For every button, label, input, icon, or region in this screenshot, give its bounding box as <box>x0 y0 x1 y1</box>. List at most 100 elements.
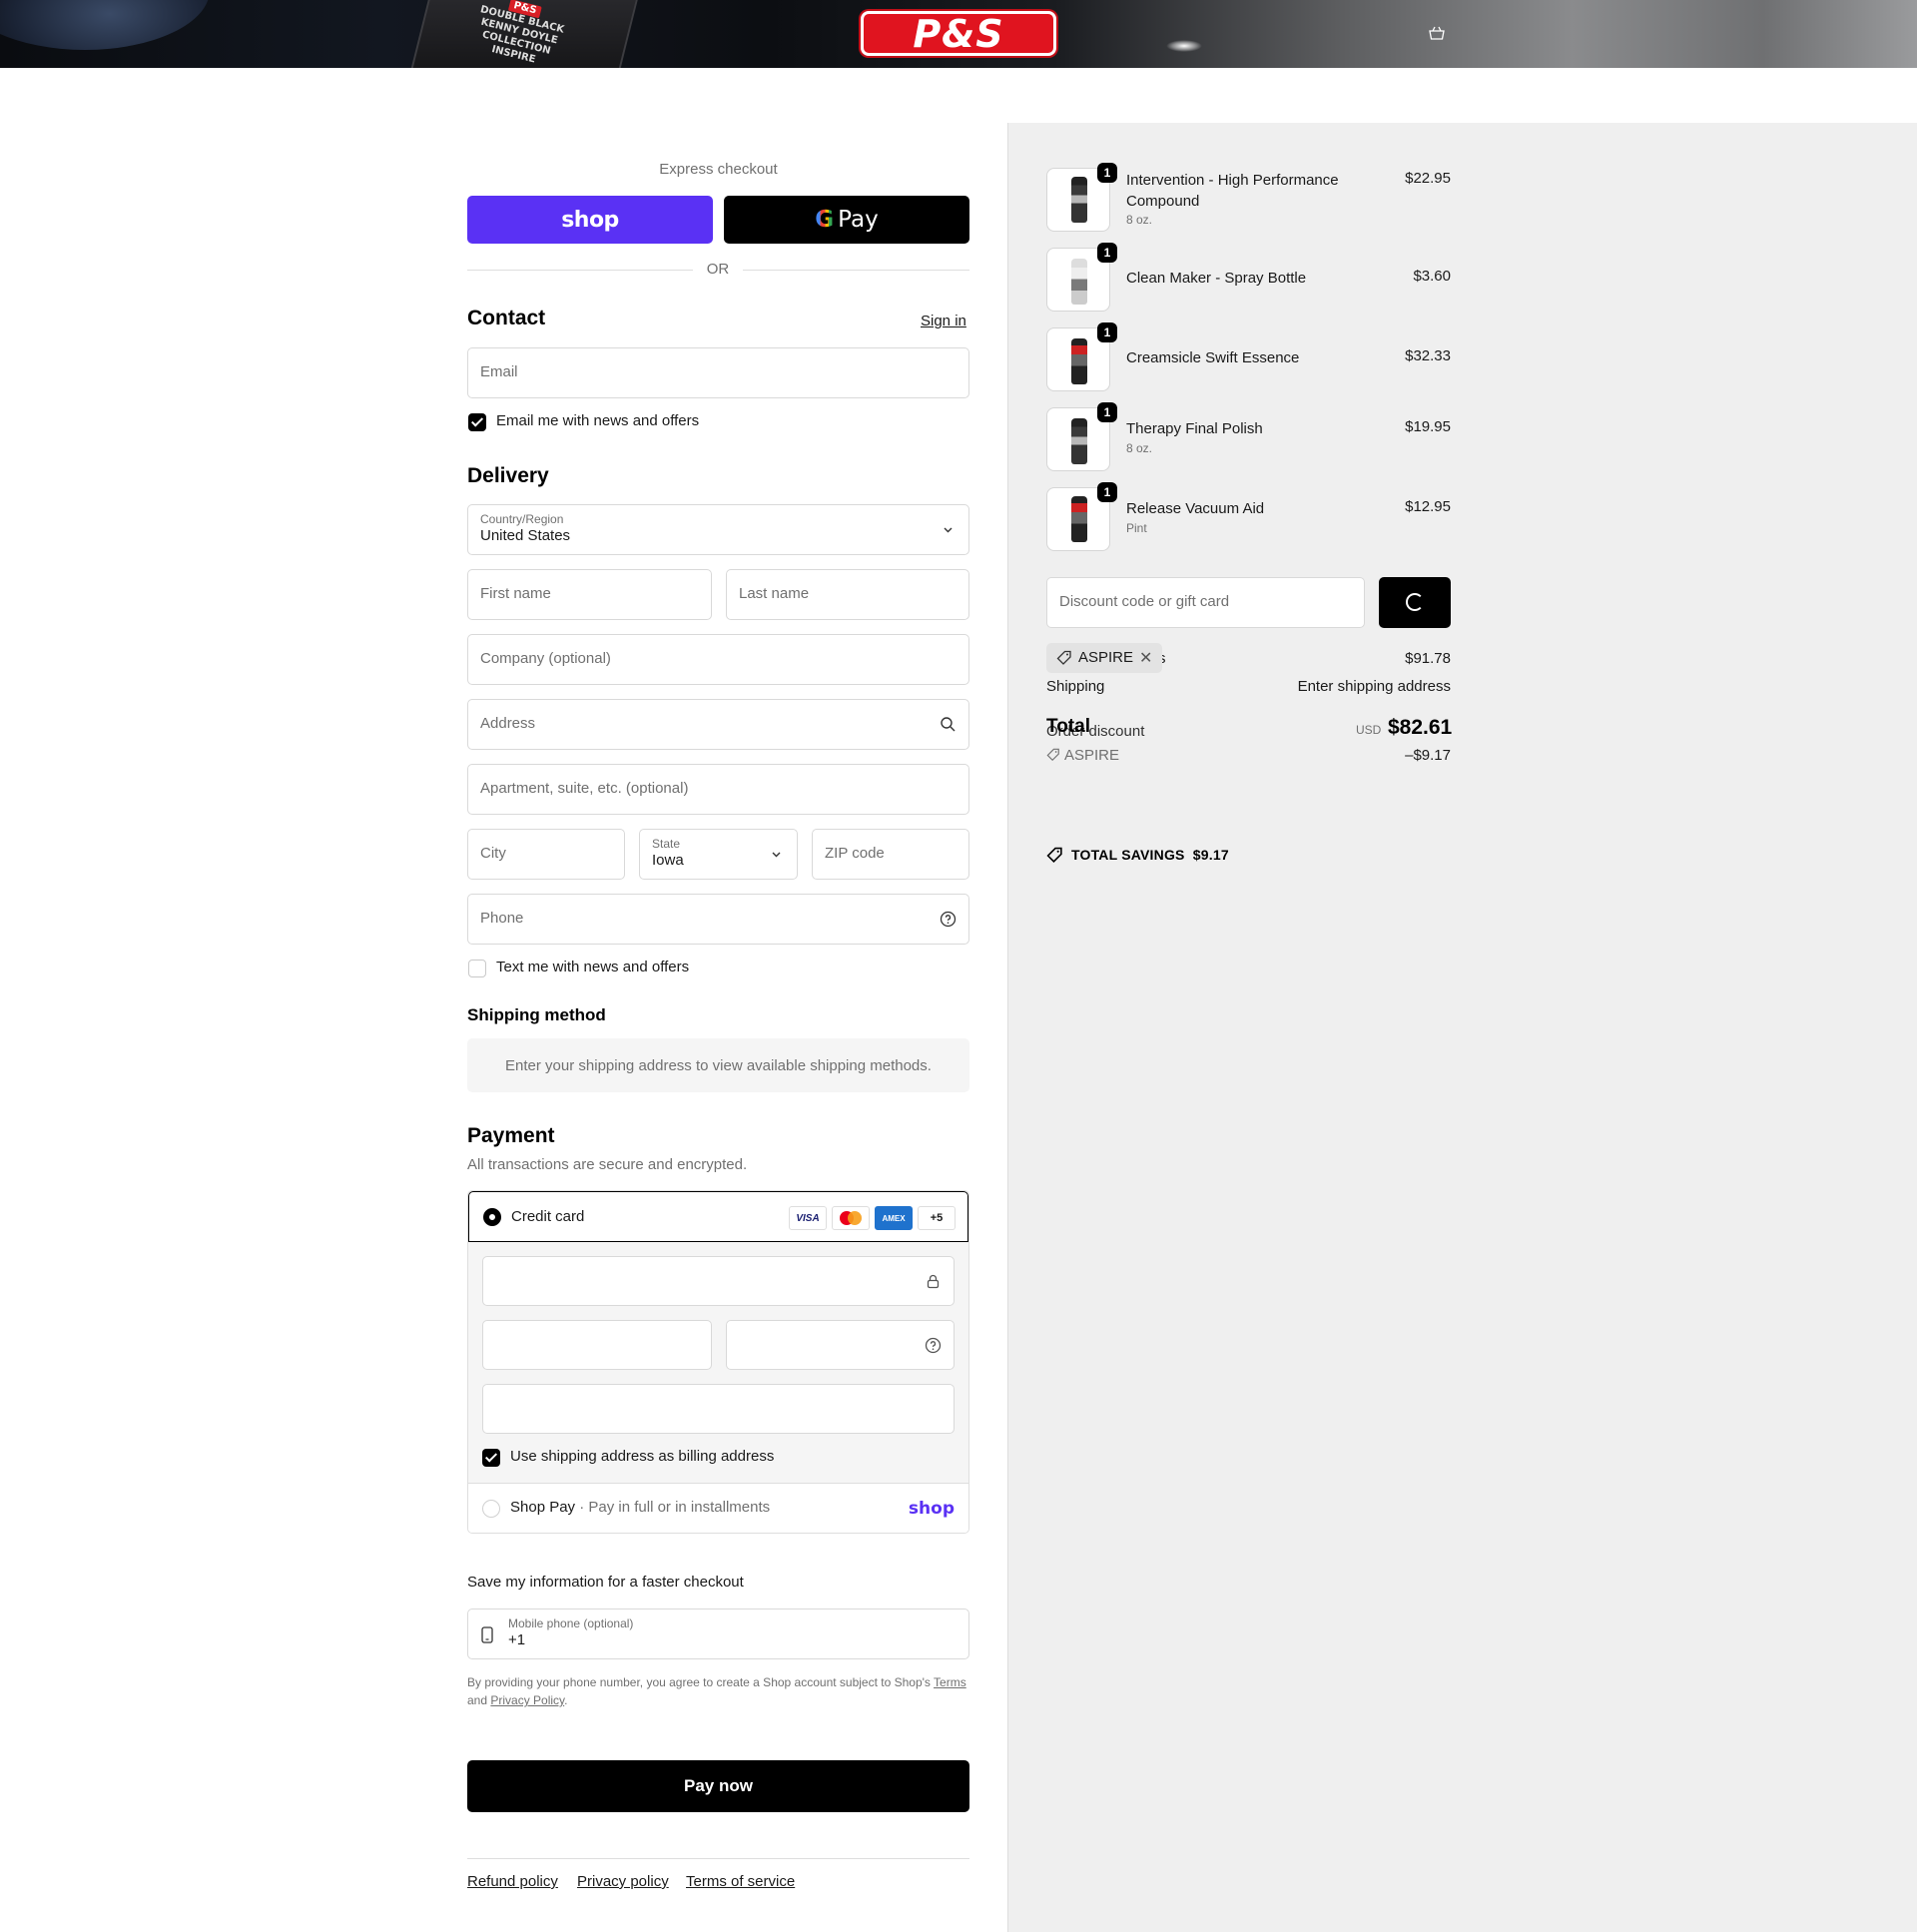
shop-pay-label: Shop Pay <box>510 1499 576 1516</box>
credit-card-radio[interactable] <box>483 1208 501 1226</box>
loading-spinner-icon <box>1406 593 1424 611</box>
store-logo[interactable]: P&S <box>861 11 1056 56</box>
quantity-badge: 1 <box>1097 402 1117 422</box>
email-news-label: Email me with news and offers <box>496 412 700 429</box>
chevron-down-icon <box>768 846 785 863</box>
google-g-icon: G <box>815 207 835 233</box>
fine-print-text: By providing your phone number, you agre… <box>467 1675 931 1689</box>
shop-pay-express-button[interactable]: shop <box>467 196 713 244</box>
shop-pay-label-row: Shop Pay · Pay in full or in installment… <box>510 1499 770 1516</box>
credit-card-label: Credit card <box>511 1208 585 1225</box>
help-circle-icon[interactable] <box>940 911 957 928</box>
phone-field[interactable]: Phone <box>467 894 969 945</box>
product-thumbnail: 1 <box>1046 482 1117 551</box>
shipping-value: Enter shipping address <box>1297 678 1451 695</box>
shop-pay-radio[interactable] <box>482 1500 500 1518</box>
address-field[interactable]: Address <box>467 699 969 750</box>
shop-pay-logo: shop <box>908 1499 955 1519</box>
card-number-field[interactable] <box>482 1256 955 1306</box>
order-summary-panel <box>1007 123 1917 1932</box>
company-field[interactable]: Company (optional) <box>467 634 969 685</box>
payment-subtitle: All transactions are secure and encrypte… <box>467 1156 748 1173</box>
email-field[interactable]: Email <box>467 347 969 398</box>
help-circle-icon[interactable] <box>925 1337 942 1354</box>
state-select[interactable]: State Iowa <box>639 829 798 880</box>
banner-light-glare <box>1166 40 1202 52</box>
country-label: Country/Region <box>480 512 564 526</box>
fine-print-period: . <box>564 1693 568 1707</box>
product-price: $19.95 <box>1405 418 1451 435</box>
total-savings-label: TOTAL SAVINGS <box>1071 847 1185 863</box>
line-item: 1 Creamsicle Swift Essence $32.33 <box>1046 322 1451 393</box>
country-value: United States <box>480 527 571 544</box>
privacy-policy-link[interactable]: Privacy Policy <box>490 1693 564 1707</box>
product-thumbnail: 1 <box>1046 402 1117 471</box>
product-name: Creamsicle Swift Essence <box>1126 349 1300 366</box>
product-image <box>1071 338 1087 384</box>
footer-divider <box>467 1858 969 1859</box>
shop-pay-option[interactable]: Shop Pay · Pay in full or in installment… <box>468 1484 968 1533</box>
apply-discount-button[interactable] <box>1379 577 1451 628</box>
search-icon <box>940 716 957 733</box>
terms-link[interactable]: Terms <box>934 1675 966 1689</box>
credit-card-option[interactable]: Credit card VISA AMEX +5 <box>468 1191 968 1242</box>
pay-now-button[interactable]: Pay now <box>467 1760 969 1812</box>
product-variant: 8 oz. <box>1126 213 1153 227</box>
phone-placeholder: Phone <box>480 910 524 927</box>
shipping-label: Shipping <box>1046 678 1105 695</box>
shop-pay-sub: Pay in full or in installments <box>588 1499 771 1516</box>
product-variant: 8 oz. <box>1126 441 1153 455</box>
cart-icon[interactable] <box>1428 26 1446 40</box>
billing-same-checkbox[interactable] <box>482 1449 500 1467</box>
email-news-checkbox[interactable] <box>468 413 486 431</box>
more-cards-badge: +5 <box>918 1206 956 1230</box>
mobile-phone-field[interactable]: Mobile phone (optional) +1 <box>467 1609 969 1659</box>
express-checkout-label: Express checkout <box>659 161 778 178</box>
save-info-title: Save my information for a faster checkou… <box>467 1574 744 1591</box>
total-savings-value: $9.17 <box>1192 847 1229 863</box>
google-pay-label: Pay <box>838 207 879 233</box>
visa-icon: VISA <box>789 1206 827 1230</box>
payment-methods: Credit card VISA AMEX +5 Use shipping ad… <box>467 1190 969 1534</box>
applied-discount-code: ASPIRE <box>1078 649 1134 666</box>
line-item: 1 Clean Maker - Spray Bottle $3.60 <box>1046 243 1451 314</box>
zip-field[interactable]: ZIP code <box>812 829 969 880</box>
footer-privacy-policy-link[interactable]: Privacy policy <box>577 1873 669 1890</box>
product-price: $32.33 <box>1405 347 1451 364</box>
product-thumbnail: 1 <box>1046 243 1117 312</box>
company-placeholder: Company (optional) <box>480 650 611 667</box>
fine-print-and: and <box>467 1693 488 1707</box>
product-name: Clean Maker - Spray Bottle <box>1126 270 1307 287</box>
discount-placeholder: Discount code or gift card <box>1059 593 1230 610</box>
product-name: Therapy Final Polish <box>1126 420 1263 437</box>
mastercard-icon <box>832 1206 870 1230</box>
text-news-checkbox[interactable] <box>468 960 486 977</box>
product-price: $12.95 <box>1405 498 1451 515</box>
contact-title: Contact <box>467 307 546 329</box>
terms-of-service-link[interactable]: Terms of service <box>686 1873 795 1890</box>
apartment-field[interactable]: Apartment, suite, etc. (optional) <box>467 764 969 815</box>
google-pay-button[interactable]: G Pay <box>724 196 969 244</box>
product-name: Intervention - High Performance Compound <box>1126 172 1339 210</box>
payment-title: Payment <box>467 1124 555 1147</box>
name-on-card-field[interactable] <box>482 1384 955 1434</box>
product-image <box>1071 496 1087 542</box>
shop-pay-logo: shop <box>561 207 619 233</box>
city-field[interactable]: City <box>467 829 625 880</box>
last-name-field[interactable]: Last name <box>726 569 969 620</box>
refund-policy-link[interactable]: Refund policy <box>467 1873 558 1890</box>
mobile-phone-value: +1 <box>508 1631 526 1648</box>
product-price: $3.60 <box>1413 268 1451 285</box>
quantity-badge: 1 <box>1097 482 1117 502</box>
product-variant: Pint <box>1126 521 1147 535</box>
lock-icon <box>925 1273 942 1290</box>
sign-in-link[interactable]: Sign in <box>921 313 966 329</box>
expiration-date-field[interactable] <box>482 1320 712 1370</box>
first-name-field[interactable]: First name <box>467 569 712 620</box>
discount-code-field[interactable]: Discount code or gift card <box>1046 577 1365 628</box>
mobile-phone-label: Mobile phone (optional) <box>508 1616 634 1630</box>
remove-discount-close-icon[interactable]: ✕ <box>1139 648 1152 668</box>
security-code-field[interactable] <box>726 1320 955 1370</box>
country-select[interactable]: Country/Region United States <box>467 504 969 555</box>
shipping-method-notice-text: Enter your shipping address to view avai… <box>505 1056 932 1074</box>
